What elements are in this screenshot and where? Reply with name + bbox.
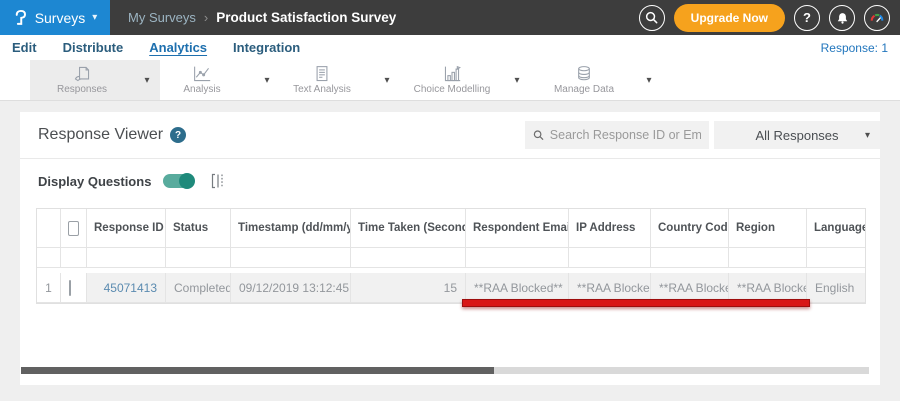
toolbar-choice-modelling[interactable]: Choice Modelling bbox=[400, 60, 504, 100]
header-select-all bbox=[61, 209, 87, 248]
horizontal-scrollbar[interactable] bbox=[21, 367, 869, 374]
toolbar-group-analysis: Analysis ▾ bbox=[150, 60, 280, 100]
cell-status: Completed bbox=[166, 273, 231, 303]
filter-selected-value: All Responses bbox=[755, 127, 839, 143]
upgrade-now-button[interactable]: Upgrade Now bbox=[673, 3, 785, 32]
response-viewer-panel: Response Viewer ? All Responses ▾ Displa… bbox=[20, 112, 880, 385]
row-number: 1 bbox=[37, 273, 61, 303]
header-country-code: Country Code bbox=[651, 209, 729, 248]
toolbar-group-text-analysis: Text Analysis ▾ bbox=[270, 60, 400, 100]
header-respondent-email: Respondent Email bbox=[466, 209, 569, 248]
toolbar-manage-data[interactable]: Manage Data bbox=[532, 60, 636, 100]
page-title: Product Satisfaction Survey bbox=[216, 10, 397, 25]
toolbar-choice-modelling-label: Choice Modelling bbox=[413, 84, 491, 95]
header-status: Status bbox=[166, 209, 231, 248]
toolbar-group-choice-modelling: Choice Modelling ▾ bbox=[400, 60, 530, 100]
search-icon[interactable] bbox=[638, 4, 665, 31]
response-viewer-help-icon[interactable]: ? bbox=[170, 127, 187, 143]
tab-integration[interactable]: Integration bbox=[233, 40, 300, 55]
table-filter-row bbox=[37, 248, 865, 268]
response-count: Response: 1 bbox=[820, 41, 888, 55]
row-select-cell bbox=[61, 273, 87, 303]
search-icon bbox=[533, 130, 544, 140]
header-response-id[interactable]: Response ID bbox=[87, 209, 166, 248]
toolbar-analysis-label: Analysis bbox=[183, 84, 221, 95]
responses-table: Response ID Status Timestamp (dd/mm/yyyy… bbox=[36, 208, 866, 304]
select-all-checkbox[interactable] bbox=[68, 220, 79, 236]
survey-nav-tabs: Edit Distribute Analytics Integration Re… bbox=[0, 35, 900, 60]
column-layout-icon[interactable] bbox=[211, 173, 227, 189]
display-questions-toggle[interactable] bbox=[163, 173, 196, 189]
toolbar-choice-modelling-caret[interactable]: ▾ bbox=[504, 60, 530, 100]
toolbar-group-responses: Responses ▾ bbox=[30, 60, 160, 100]
app-menu-label: Surveys bbox=[34, 9, 86, 26]
toolbar-manage-data-label: Manage Data bbox=[553, 84, 615, 95]
response-filter-dropdown[interactable]: All Responses ▾ bbox=[714, 121, 880, 149]
responses-icon bbox=[74, 66, 90, 82]
tab-analytics[interactable]: Analytics bbox=[149, 40, 207, 55]
toolbar-responses-label: Responses bbox=[56, 84, 108, 95]
row-checkbox[interactable] bbox=[69, 280, 71, 296]
toolbar-analysis[interactable]: Analysis bbox=[150, 60, 254, 100]
profile-gauge-icon[interactable] bbox=[864, 4, 890, 31]
table-header-row: Response ID Status Timestamp (dd/mm/yyyy… bbox=[37, 209, 865, 248]
chevron-down-icon: ▾ bbox=[92, 12, 98, 23]
choice-modelling-icon bbox=[444, 65, 461, 82]
response-search-box bbox=[525, 121, 709, 149]
breadcrumb: My Surveys › Product Satisfaction Survey bbox=[128, 10, 396, 25]
toolbar-text-analysis[interactable]: Text Analysis bbox=[270, 60, 374, 100]
toolbar-responses[interactable]: Responses bbox=[30, 60, 134, 100]
help-glyph: ? bbox=[803, 10, 811, 25]
header-region: Region bbox=[729, 209, 807, 248]
toolbar-manage-data-caret[interactable]: ▾ bbox=[636, 60, 662, 100]
cell-timestamp: 09/12/2019 13:12:45 bbox=[231, 273, 351, 303]
toolbar-text-analysis-caret[interactable]: ▾ bbox=[374, 60, 400, 100]
display-questions-row: Display Questions bbox=[38, 173, 227, 189]
tab-distribute[interactable]: Distribute bbox=[63, 40, 124, 55]
header-time-taken[interactable]: Time Taken (Seconds) bbox=[351, 209, 466, 248]
chevron-down-icon: ▾ bbox=[864, 129, 870, 141]
manage-data-icon bbox=[578, 66, 590, 81]
questionpro-logo-icon bbox=[15, 9, 26, 25]
text-analysis-icon bbox=[316, 66, 328, 82]
tab-edit[interactable]: Edit bbox=[12, 40, 37, 55]
breadcrumb-my-surveys[interactable]: My Surveys bbox=[128, 10, 196, 25]
display-questions-label: Display Questions bbox=[38, 173, 152, 189]
breadcrumb-separator-icon: › bbox=[203, 10, 209, 25]
cell-time-taken: 15 bbox=[351, 273, 466, 303]
app-menu-surveys[interactable]: Surveys ▾ bbox=[0, 0, 110, 35]
toolbar-group-manage-data: Manage Data ▾ bbox=[532, 60, 662, 100]
scrollbar-thumb[interactable] bbox=[21, 367, 494, 374]
topbar-actions: Upgrade Now ? bbox=[638, 3, 890, 32]
toolbar-text-analysis-label: Text Analysis bbox=[293, 84, 351, 95]
analytics-toolbar: Responses ▾ Analysis ▾ Text Analysis ▾ C… bbox=[0, 60, 900, 101]
topbar: Surveys ▾ My Surveys › Product Satisfact… bbox=[0, 0, 900, 35]
cell-response-id[interactable]: 45071413 bbox=[87, 273, 166, 303]
header-row-number bbox=[37, 209, 61, 248]
analysis-icon bbox=[194, 66, 211, 82]
toggle-knob bbox=[179, 173, 196, 189]
help-icon[interactable]: ? bbox=[794, 4, 820, 31]
header-timestamp[interactable]: Timestamp (dd/mm/yyyy) bbox=[231, 209, 351, 248]
panel-title-row: Response Viewer ? bbox=[38, 126, 187, 144]
panel-title: Response Viewer bbox=[38, 126, 164, 143]
divider bbox=[20, 158, 880, 159]
notifications-bell-icon[interactable] bbox=[829, 4, 855, 31]
header-language: Language bbox=[807, 209, 865, 248]
search-input[interactable] bbox=[549, 128, 701, 142]
cell-language: English bbox=[807, 273, 865, 303]
header-ip-address: IP Address bbox=[569, 209, 651, 248]
annotation-red-underline bbox=[462, 299, 810, 307]
